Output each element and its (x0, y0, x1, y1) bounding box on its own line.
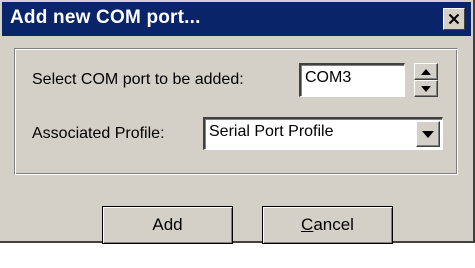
com-port-value: COM3 (305, 69, 352, 86)
com-port-input[interactable]: COM3 (299, 63, 405, 97)
cancel-label-rest: ancel (313, 215, 354, 234)
profile-select[interactable]: Serial Port Profile (203, 117, 443, 150)
profile-value: Serial Port Profile (209, 123, 334, 140)
spin-down-icon (421, 85, 431, 92)
cancel-mnemonic: C (301, 215, 314, 234)
add-button[interactable]: Add (102, 206, 233, 244)
title-bar: Add new COM port... (2, 2, 471, 36)
cancel-button-label: Cancel (301, 215, 354, 235)
close-icon (448, 13, 460, 25)
spin-up-icon (421, 68, 431, 75)
dialog-title: Add new COM port... (10, 7, 201, 28)
profile-label: Associated Profile: (32, 125, 165, 142)
close-button[interactable] (443, 8, 465, 30)
dropdown-arrow-icon (422, 130, 434, 138)
add-com-port-dialog: Add new COM port... Select COM port to b… (0, 0, 475, 244)
spin-up-button[interactable] (414, 63, 438, 80)
spin-down-button[interactable] (414, 80, 438, 97)
cancel-button[interactable]: Cancel (262, 206, 393, 244)
com-port-label: Select COM port to be added: (32, 71, 244, 88)
profile-dropdown-button[interactable] (416, 121, 440, 147)
